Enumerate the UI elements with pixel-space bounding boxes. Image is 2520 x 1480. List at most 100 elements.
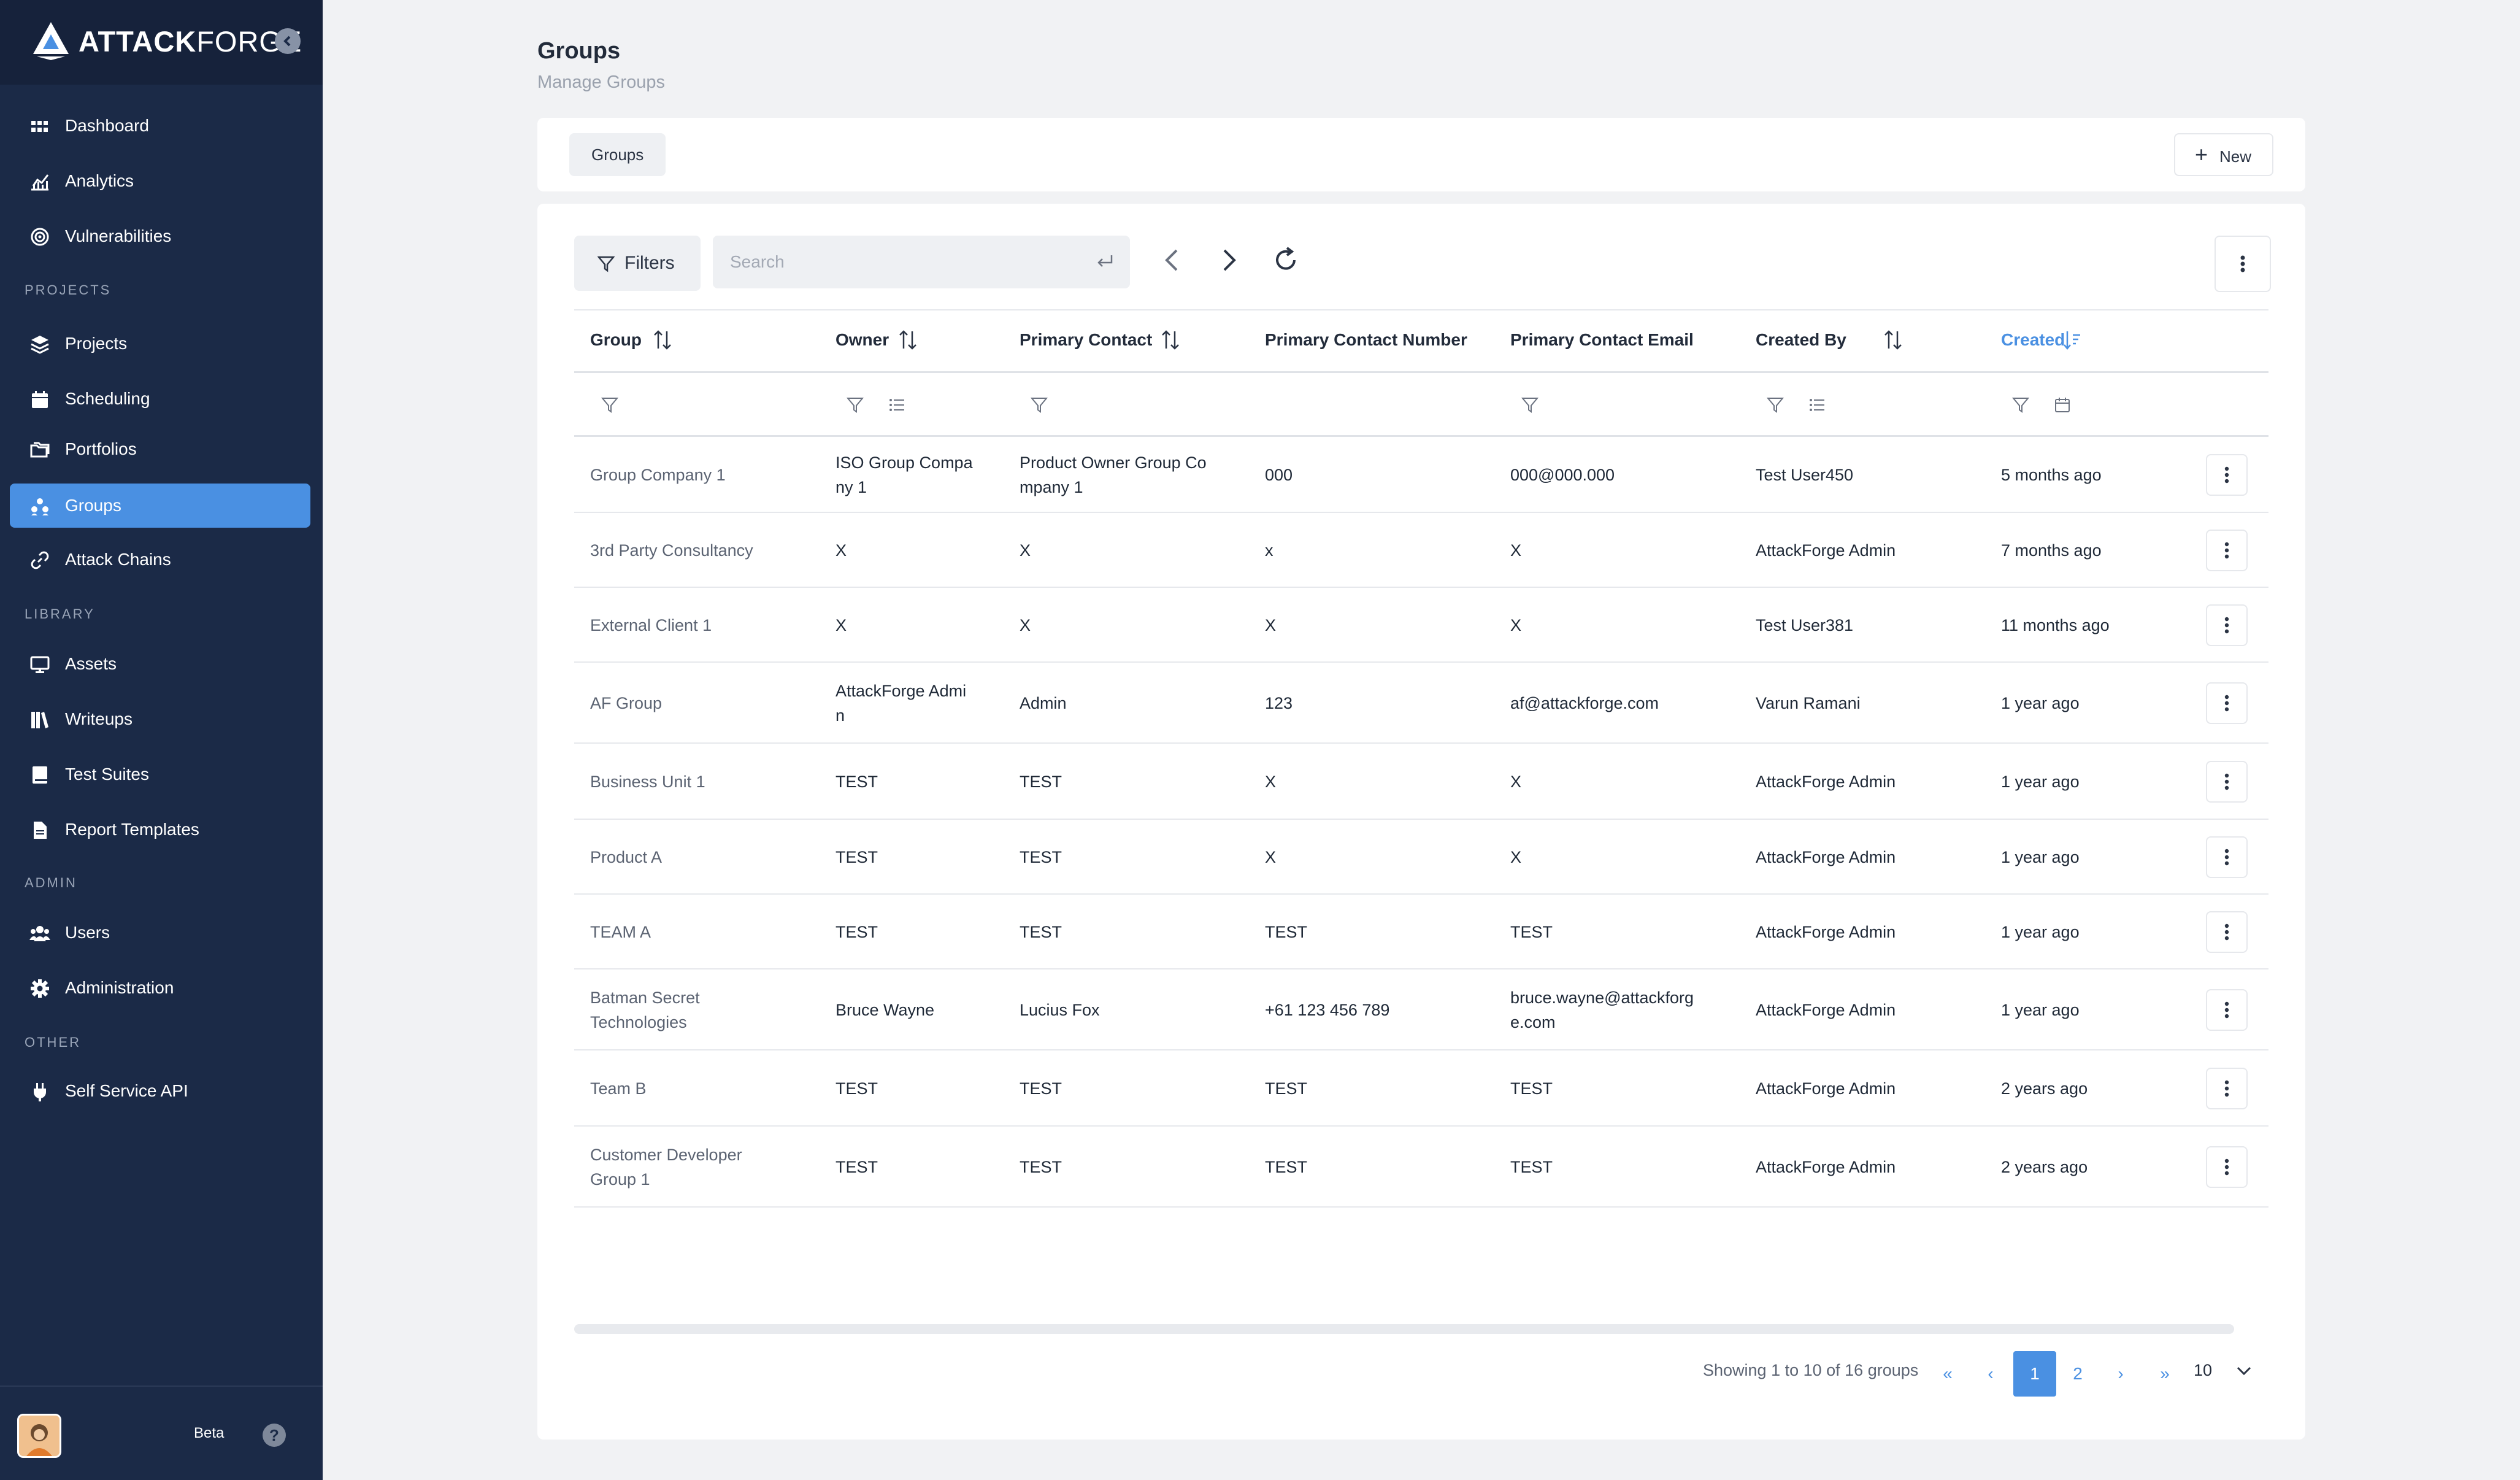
row-actions-button[interactable] bbox=[2206, 761, 2248, 803]
cell-primary-contact-number: X bbox=[1265, 845, 1276, 869]
prev-page-button[interactable]: ‹ bbox=[1969, 1351, 2012, 1397]
table-row[interactable]: Product A TEST TEST X X AttackForge Admin 1 ye… bbox=[574, 820, 2268, 895]
sidebar-item-users[interactable]: Users bbox=[10, 911, 310, 955]
cell-primary-contact-line: TEST bbox=[1020, 1079, 1062, 1098]
search-input[interactable] bbox=[713, 236, 1081, 288]
row-actions-button[interactable] bbox=[2206, 604, 2248, 646]
refresh-icon[interactable] bbox=[1271, 245, 1300, 275]
column-header-primary-contact-number[interactable]: Primary Contact Number bbox=[1265, 330, 1467, 350]
cell-created-line: 1 year ago bbox=[2001, 923, 2080, 941]
filter-icon[interactable] bbox=[1031, 396, 1048, 414]
sidebar-item-administration[interactable]: Administration bbox=[10, 966, 310, 1010]
sidebar-item-vulnerabilities[interactable]: Vulnerabilities bbox=[10, 214, 310, 258]
page-title: Groups bbox=[537, 38, 621, 64]
row-actions-button[interactable] bbox=[2206, 836, 2248, 878]
sort-icon[interactable] bbox=[1161, 329, 1180, 351]
collapse-sidebar-button[interactable] bbox=[275, 28, 301, 54]
new-group-button[interactable]: + New bbox=[2174, 133, 2273, 176]
column-header-primary-contact-email[interactable]: Primary Contact Email bbox=[1510, 330, 1694, 350]
beta-label[interactable]: Beta bbox=[194, 1425, 224, 1442]
sidebar-item-scheduling[interactable]: Scheduling bbox=[10, 377, 310, 421]
filter-icon[interactable] bbox=[2012, 396, 2029, 414]
row-actions-button[interactable] bbox=[2206, 1146, 2248, 1188]
table-row[interactable]: Customer Developer Group 1 TEST TEST TEST TES… bbox=[574, 1127, 2268, 1208]
column-header-group[interactable]: Group bbox=[590, 330, 642, 350]
sidebar-item-dashboard[interactable]: Dashboard bbox=[10, 104, 310, 148]
sort-icon[interactable] bbox=[898, 329, 918, 351]
chevron-left-icon[interactable] bbox=[1158, 245, 1188, 275]
chevron-right-icon[interactable] bbox=[1213, 245, 1243, 275]
page-1-button[interactable]: 1 bbox=[2013, 1351, 2056, 1397]
sort-icon[interactable] bbox=[653, 329, 672, 351]
cell-created-by-line: AttackForge Admin bbox=[1756, 1001, 1896, 1019]
row-actions-button[interactable] bbox=[2206, 1068, 2248, 1109]
filters-button[interactable]: Filters bbox=[574, 236, 701, 291]
sidebar-item-portfolios[interactable]: Portfolios bbox=[10, 427, 310, 471]
cell-owner-line: ISO Group Compa bbox=[836, 453, 973, 472]
column-header-owner[interactable]: Owner bbox=[836, 330, 889, 350]
cell-group: Team B bbox=[590, 1076, 647, 1101]
cell-owner-line: X bbox=[836, 541, 847, 560]
sidebar-item-projects[interactable]: Projects bbox=[10, 322, 310, 366]
row-actions-button[interactable] bbox=[2206, 682, 2248, 724]
sort-desc-active-icon[interactable] bbox=[2062, 329, 2082, 351]
cell-primary-contact-email: TEST bbox=[1510, 1155, 1553, 1179]
filter-icon[interactable] bbox=[847, 396, 864, 414]
horizontal-scrollbar[interactable] bbox=[574, 1324, 2234, 1334]
row-actions-button[interactable] bbox=[2206, 911, 2248, 953]
table-row[interactable]: Batman Secret Technologies Bruce Wayne Luci… bbox=[574, 969, 2268, 1050]
sidebar-item-attack-chains[interactable]: Attack Chains bbox=[10, 538, 310, 582]
brand-name[interactable]: ATTACKFORGE bbox=[79, 25, 302, 58]
avatar[interactable] bbox=[17, 1414, 61, 1458]
sidebar-item-self-service-api[interactable]: Self Service API bbox=[10, 1069, 310, 1113]
sidebar-item-test-suites[interactable]: Test Suites bbox=[10, 752, 310, 796]
column-header-created[interactable]: Created bbox=[2001, 330, 2065, 350]
table-row[interactable]: AF Group AttackForge Admi n Admin 123 af@atta… bbox=[574, 663, 2268, 744]
table-row[interactable]: Team B TEST TEST TEST TEST AttackForge Admin 2… bbox=[574, 1050, 2268, 1127]
tab-bar: Groups + New bbox=[537, 118, 2305, 191]
table-row[interactable]: TEAM A TEST TEST TEST TEST AttackForge Admin 1… bbox=[574, 895, 2268, 969]
page-size-value[interactable]: 10 bbox=[2194, 1361, 2212, 1380]
cell-primary-contact: X bbox=[1020, 613, 1031, 638]
calendar-icon[interactable] bbox=[2054, 396, 2071, 414]
sidebar-item-report-templates[interactable]: Report Templates bbox=[10, 807, 310, 852]
row-actions-button[interactable] bbox=[2206, 454, 2248, 496]
filter-icon[interactable] bbox=[1767, 396, 1784, 414]
sort-icon[interactable] bbox=[1883, 329, 1903, 351]
table-row[interactable]: 3rd Party Consultancy X Xx X AttackForge Adm… bbox=[574, 513, 2268, 588]
cell-primary-contact: TEST bbox=[1020, 769, 1062, 794]
sidebar-item-assets[interactable]: Assets bbox=[10, 642, 310, 686]
table-row[interactable]: Business Unit 1 TEST TEST X X AttackForge Adm… bbox=[574, 744, 2268, 820]
table-options-button[interactable] bbox=[2215, 236, 2271, 292]
next-page-button[interactable]: › bbox=[2099, 1351, 2142, 1397]
sidebar-item-analytics[interactable]: Analytics bbox=[10, 159, 310, 203]
last-page-button[interactable]: » bbox=[2143, 1351, 2186, 1397]
first-page-button[interactable]: « bbox=[1926, 1351, 1969, 1397]
sidebar-item-writeups[interactable]: Writeups bbox=[10, 697, 310, 741]
more-vertical-icon bbox=[2240, 255, 2245, 272]
gear-icon bbox=[31, 979, 49, 998]
column-header-created-by[interactable]: Created By bbox=[1756, 330, 1846, 350]
column-header-primary-contact[interactable]: Primary Contact bbox=[1020, 330, 1152, 350]
page-2-button[interactable]: 2 bbox=[2056, 1351, 2099, 1397]
sidebar-item-groups[interactable]: Groups bbox=[10, 484, 310, 528]
filter-icon[interactable] bbox=[601, 396, 618, 414]
row-actions-button[interactable] bbox=[2206, 989, 2248, 1031]
table-row[interactable]: External Client 1 X X X X Test User381 11 mont… bbox=[574, 588, 2268, 663]
list-icon[interactable] bbox=[1808, 396, 1826, 414]
cell-primary-contact-line: X bbox=[1020, 616, 1031, 634]
sidebar-item-label: Administration bbox=[65, 978, 174, 997]
cell-created-by: AttackForge Admin bbox=[1756, 538, 1896, 563]
tab-groups[interactable]: Groups bbox=[569, 133, 666, 176]
list-icon[interactable] bbox=[888, 396, 905, 414]
table-row[interactable]: Group Company 1 ISO Group Compa ny 1 Produc… bbox=[574, 437, 2268, 513]
row-actions-button[interactable] bbox=[2206, 530, 2248, 571]
sort-desc-icon[interactable] bbox=[2003, 329, 2004, 330]
sidebar-item-label: Users bbox=[65, 923, 110, 942]
search-box bbox=[713, 236, 1130, 288]
enter-icon[interactable] bbox=[1096, 253, 1114, 271]
cell-owner: AttackForge Admi n bbox=[836, 679, 966, 728]
help-icon[interactable]: ? bbox=[263, 1424, 286, 1447]
filter-icon[interactable] bbox=[1521, 396, 1539, 414]
chevron-down-icon[interactable] bbox=[2235, 1362, 2253, 1379]
